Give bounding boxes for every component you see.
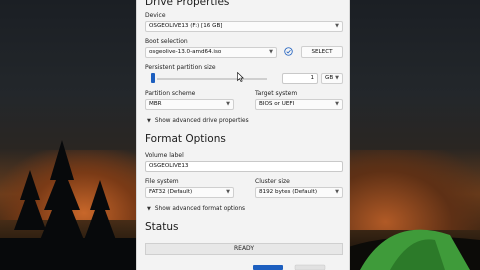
partition-scheme-value: MBR [149, 101, 162, 107]
persistent-partition-label: Persistent partition size [145, 64, 216, 71]
chevron-down-icon: ▼ [147, 206, 151, 212]
partition-scheme-label: Partition scheme [145, 90, 196, 97]
device-value: OSGEOLIVE13 (F:) [16 GB] [149, 23, 223, 29]
target-system-label: Target system [255, 90, 298, 97]
chevron-down-icon: ▼ [226, 189, 230, 195]
show-advanced-drive-toggle[interactable]: ▼ Show advanced drive properties [147, 118, 249, 124]
boot-selection-label: Boot selection [145, 38, 188, 45]
pine-trees-silhouette [0, 140, 140, 270]
target-system-value: BIOS or UEFI [259, 101, 295, 107]
target-system-dropdown[interactable]: BIOS or UEFI ▼ [255, 99, 343, 110]
boot-selection-value: osgeolive-13.0-amd64.iso [149, 49, 222, 55]
chevron-down-icon: ▼ [226, 101, 230, 107]
show-advanced-format-toggle[interactable]: ▼ Show advanced format options [147, 206, 245, 212]
chevron-down-icon: ▼ [269, 49, 273, 55]
chevron-down-icon: ▼ [335, 101, 339, 107]
format-options-heading: Format Options [145, 133, 226, 145]
tent-silhouette [340, 229, 480, 270]
persistent-size-input[interactable]: 1 [282, 73, 318, 84]
device-label: Device [145, 12, 166, 19]
cluster-size-value: 8192 bytes (Default) [259, 189, 318, 195]
rufus-dialog: Drive Properties Device OSGEOLIVE13 (F:)… [136, 0, 350, 270]
chevron-down-icon: ▼ [147, 118, 151, 124]
drive-properties-heading: Drive Properties [145, 0, 230, 8]
persistent-unit-dropdown[interactable]: GB ▼ [321, 73, 343, 84]
cluster-size-dropdown[interactable]: 8192 bytes (Default) ▼ [255, 187, 343, 198]
bottom-toolbar [253, 264, 326, 270]
status-progress-bar: READY [145, 243, 343, 255]
file-system-label: File system [145, 178, 179, 185]
persistent-slider-thumb[interactable] [151, 73, 155, 83]
volume-label-input[interactable]: OSGEOLIVE13 [145, 161, 343, 172]
chevron-down-icon: ▼ [335, 23, 339, 29]
mouse-cursor-icon [237, 72, 244, 82]
chevron-down-icon: ▼ [335, 189, 339, 195]
status-heading: Status [145, 221, 179, 233]
persistent-slider-track[interactable] [157, 78, 267, 80]
boot-selection-dropdown[interactable]: osgeolive-13.0-amd64.iso ▼ [145, 47, 277, 58]
file-system-value: FAT32 (Default) [149, 189, 193, 195]
partition-scheme-dropdown[interactable]: MBR ▼ [145, 99, 234, 110]
check-circle-icon[interactable] [284, 47, 293, 56]
device-dropdown[interactable]: OSGEOLIVE13 (F:) [16 GB] ▼ [145, 21, 343, 32]
file-system-dropdown[interactable]: FAT32 (Default) ▼ [145, 187, 234, 198]
select-button[interactable]: SELECT [301, 46, 343, 58]
persistent-unit-value: GB [325, 75, 334, 81]
advanced-format-label: Show advanced format options [154, 206, 246, 212]
advanced-drive-label: Show advanced drive properties [154, 118, 249, 124]
cluster-size-label: Cluster size [255, 178, 290, 185]
volume-label-label: Volume label [145, 152, 184, 159]
chevron-down-icon: ▼ [335, 75, 339, 81]
